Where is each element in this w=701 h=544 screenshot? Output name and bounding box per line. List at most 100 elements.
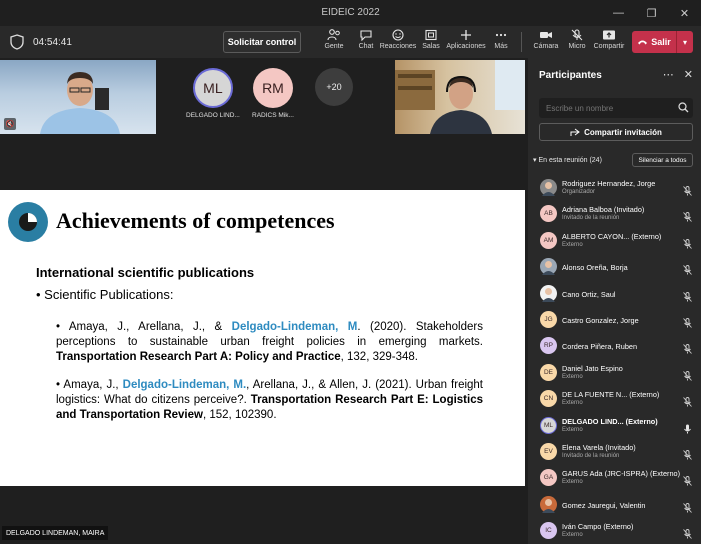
mic-icon[interactable] — [683, 421, 692, 439]
avatar: GA — [540, 469, 557, 487]
list-item[interactable]: JG Castro Gonzalez, Jorge — [528, 306, 701, 332]
rooms-icon — [425, 29, 437, 41]
people-icon — [327, 29, 340, 41]
list-item[interactable]: Gomez Jauregui, Valentin — [528, 491, 701, 517]
list-item[interactable]: IC Iván Campo (Externo) Externo — [528, 517, 701, 543]
share-button[interactable]: Compartir — [589, 29, 629, 57]
avatar: AM — [540, 231, 557, 249]
participant-name: ALBERTO CAYON... (Externo) — [562, 231, 662, 241]
search-icon[interactable] — [678, 102, 689, 113]
list-item[interactable]: CN DE LA FUENTE N... (Externo) Externo — [528, 385, 701, 411]
mic-off-icon[interactable] — [683, 500, 692, 518]
list-item[interactable]: DE Daniel Jato Espino Externo — [528, 359, 701, 385]
minimize-icon[interactable]: — — [602, 0, 635, 26]
participant-name: Cano Ortiz, Saul — [562, 289, 616, 299]
window-controls: — ❐ ✕ — [602, 0, 701, 26]
mic-off-icon[interactable] — [683, 526, 692, 544]
mic-off-icon[interactable] — [683, 473, 692, 491]
presentation-slide: Achievements of competences Internationa… — [0, 190, 525, 486]
shield-icon — [10, 34, 24, 50]
participant-tile-rm[interactable]: RM RADICS Mik... — [252, 68, 294, 119]
list-item[interactable]: EV Elena Varela (Invitado) Invitado de la … — [528, 438, 701, 464]
list-item[interactable]: RP Cordera Piñera, Ruben — [528, 332, 701, 358]
window-title: EIDEIC 2022 — [321, 7, 380, 18]
participant-tile-name: RADICS Mik... — [252, 112, 294, 119]
panel-title: Participantes — [539, 70, 602, 81]
more-options-icon[interactable]: ⋯ — [663, 68, 674, 81]
participant-role: Externo — [562, 400, 583, 407]
avatar: RP — [540, 337, 557, 355]
hangup-icon — [638, 40, 648, 45]
mic-off-icon[interactable] — [683, 289, 692, 307]
mic-off-icon[interactable] — [683, 341, 692, 359]
avatar: RM — [252, 68, 293, 108]
in-meeting-section[interactable]: ▾ En esta reunión (24) — [533, 156, 602, 164]
mic-off-icon[interactable] — [683, 315, 692, 333]
leave-dropdown-chevron-icon[interactable]: ▾ — [676, 31, 693, 53]
participant-name: DELGADO LIND... (Externo) — [562, 416, 658, 426]
mic-off-icon[interactable] — [683, 394, 692, 412]
avatar: ML — [540, 416, 557, 434]
share-invite-button[interactable]: Compartir invitación — [539, 123, 693, 141]
list-item[interactable]: Alonso Oreña, Borja — [528, 253, 701, 279]
leave-main[interactable]: Salir — [632, 31, 676, 53]
mic-off-icon[interactable] — [683, 236, 692, 254]
participant-role: Externo — [562, 241, 583, 248]
panel-header-icons: ⋯ ✕ — [663, 68, 693, 81]
person-video-image — [395, 60, 525, 134]
participant-role: Organizador — [562, 189, 596, 195]
mic-off-icon[interactable] — [683, 368, 692, 386]
participant-role: Externo — [562, 532, 583, 539]
avatar — [540, 284, 557, 302]
participant-role: Externo — [562, 373, 583, 380]
list-item[interactable]: Rodriguez Hernandez, Jorge Organizador — [528, 174, 701, 200]
list-item[interactable]: GA GARUS Ada (JRC-ISPRA) (Externo) Externo — [528, 464, 701, 490]
meeting-toolbar: 04:54:41 Solicitar control Gente Chat Re… — [0, 26, 701, 58]
apps-button[interactable]: Aplicaciones — [446, 29, 486, 57]
pie-chart-icon — [8, 202, 48, 242]
close-panel-icon[interactable]: ✕ — [684, 68, 693, 81]
mute-all-button[interactable]: Silenciar a todos — [632, 153, 693, 167]
close-window-icon[interactable]: ✕ — [668, 0, 701, 26]
participant-video-2[interactable] — [395, 60, 525, 134]
leave-button[interactable]: Salir ▾ — [632, 31, 693, 53]
participants-panel: Participantes ⋯ ✕ Compartir invitación ▾… — [528, 58, 701, 544]
mic-off-icon — [571, 29, 583, 41]
participant-role: Externo — [562, 426, 583, 433]
person-video-image — [40, 72, 120, 134]
participant-search-input[interactable] — [539, 98, 693, 118]
more-button[interactable]: Más — [481, 29, 521, 57]
more-participants-button[interactable]: +20 — [315, 68, 353, 106]
participant-name: Castro Gonzalez, Jorge — [562, 315, 639, 325]
mic-off-icon[interactable] — [683, 262, 692, 280]
slide-heading: International scientific publications — [36, 265, 255, 280]
participant-name: Alonso Oreña, Borja — [562, 263, 628, 273]
window-title-bar: EIDEIC 2022 — ❐ ✕ — [0, 0, 701, 26]
list-item[interactable]: AB Adriana Balboa (Invitado) Invitado de l… — [528, 200, 701, 226]
list-item[interactable]: Cano Ortiz, Saul — [528, 280, 701, 306]
participant-role: Invitado de la reunión — [562, 452, 620, 459]
avatar: IC — [540, 522, 557, 540]
maximize-icon[interactable]: ❐ — [635, 0, 668, 26]
participant-name: Iván Campo (Externo) — [562, 522, 634, 532]
mic-off-icon[interactable] — [683, 447, 692, 465]
shared-content-stage: Achievements of competences Internationa… — [0, 136, 528, 544]
list-item[interactable]: AM ALBERTO CAYON... (Externo) Externo — [528, 227, 701, 253]
more-dots-icon — [495, 33, 507, 37]
rooms-button[interactable]: Salas — [411, 29, 451, 57]
participant-video-1[interactable]: 🔇 — [0, 60, 156, 134]
avatar — [540, 179, 557, 196]
list-item[interactable]: ML DELGADO LIND... (Externo) Externo — [528, 412, 701, 438]
participant-name: DE LA FUENTE N... (Externo) — [562, 390, 660, 400]
participant-name: GARUS Ada (JRC-ISPRA) (Externo) — [562, 469, 680, 479]
participant-tile-ml[interactable]: ML DELGADO LIND... — [186, 68, 240, 119]
participant-name: Adriana Balboa (Invitado) — [562, 205, 645, 215]
avatar — [540, 258, 557, 276]
plus-icon — [461, 30, 471, 40]
mic-off-icon[interactable] — [683, 209, 692, 227]
mic-off-icon[interactable] — [683, 183, 692, 201]
meeting-timer: 04:54:41 — [33, 37, 72, 48]
toolbar-divider — [521, 32, 522, 52]
participant-name: Rodriguez Hernandez, Jorge — [562, 179, 656, 188]
request-control-button[interactable]: Solicitar control — [223, 31, 301, 53]
